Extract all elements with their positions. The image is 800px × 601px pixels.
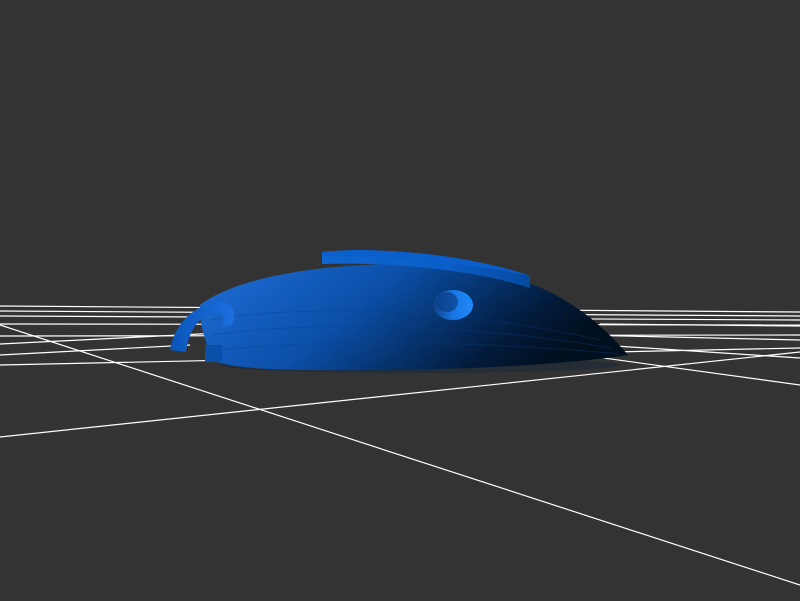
dome-model[interactable] (170, 250, 628, 371)
dome-hole-inner (436, 292, 458, 312)
dome-body (199, 263, 628, 371)
grid-line (0, 344, 191, 356)
scene-canvas[interactable] (0, 0, 800, 601)
hook-foot (205, 345, 222, 362)
3d-viewport[interactable] (0, 0, 800, 601)
